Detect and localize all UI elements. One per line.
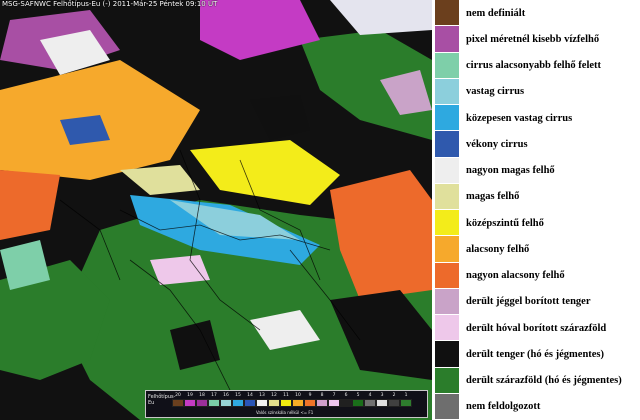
scale-number: 8 bbox=[320, 393, 324, 398]
scale-number: 2 bbox=[392, 393, 396, 398]
scale-number: 18 bbox=[199, 393, 205, 398]
legend-color-swatch bbox=[435, 393, 459, 420]
scale-color-swatch bbox=[268, 399, 280, 407]
legend-label: magas felhő bbox=[466, 191, 520, 203]
legend-item: derült hóval borított szárazföld bbox=[435, 315, 640, 342]
legend-color-swatch bbox=[435, 315, 459, 342]
color-scale-bar: Felhőtípus-Eu 20 19 18 17 16 15 14 13 12 11 10 9 8 7 6… bbox=[145, 390, 428, 418]
scale-number: 7 bbox=[332, 393, 336, 398]
legend-item: vastag cirrus bbox=[435, 78, 640, 105]
legend-color-swatch bbox=[435, 288, 459, 315]
legend-label: derült jéggel borított tenger bbox=[466, 296, 591, 308]
legend-label: derült szárazföld (hó és jégmentes) bbox=[466, 375, 622, 387]
legend-color-swatch bbox=[435, 78, 459, 105]
scale-color-swatch bbox=[232, 399, 244, 407]
scale-note: Valós színskála nélkül <= F1 bbox=[256, 410, 314, 415]
legend-color-swatch bbox=[435, 367, 459, 394]
scale-numbers: 20 19 18 17 16 15 14 13 12 11 10 9 8 7 6 5 4 3 2 1 bbox=[172, 392, 412, 399]
scale-color-swatch bbox=[352, 399, 364, 407]
scale-number: 20 bbox=[175, 393, 181, 398]
legend-item: derült jéggel borított tenger bbox=[435, 288, 640, 315]
legend-color-swatch bbox=[435, 262, 459, 289]
legend-item: nem definiált bbox=[435, 0, 640, 27]
legend-label: derült hóval borított szárazföld bbox=[466, 322, 607, 334]
legend-item: középszintű felhő bbox=[435, 210, 640, 237]
legend-label: pixel méretnél kisebb vízfelhő bbox=[466, 33, 600, 45]
legend-label: nem definiált bbox=[466, 7, 526, 19]
scale-color-swatch bbox=[304, 399, 316, 407]
scale-number: 15 bbox=[235, 393, 241, 398]
legend-color-swatch bbox=[435, 52, 459, 79]
scale-color-swatch bbox=[196, 399, 208, 407]
scale-number: 4 bbox=[368, 393, 372, 398]
scale-color-swatch bbox=[316, 399, 328, 407]
legend-item: nagyon alacsony felhő bbox=[435, 262, 640, 289]
legend-item: nem feldolgozott bbox=[435, 393, 640, 420]
scale-number: 16 bbox=[223, 393, 229, 398]
scale-number: 17 bbox=[211, 393, 217, 398]
legend-label: alacsony felhő bbox=[466, 243, 530, 255]
legend-label: nagyon alacsony felhő bbox=[466, 270, 565, 282]
legend-item: nagyon magas felhő bbox=[435, 157, 640, 184]
legend-label: közepesen vastag cirrus bbox=[466, 112, 573, 124]
scale-number: 9 bbox=[308, 393, 312, 398]
legend-item: pixel méretnél kisebb vízfelhő bbox=[435, 26, 640, 53]
cloud-type-map: MSG-SAFNWC Felhőtípus-Eu (-) 2011-Már-25… bbox=[0, 0, 432, 420]
scale-color-swatch bbox=[328, 399, 340, 407]
scale-color-swatch bbox=[376, 399, 388, 407]
legend-item: vékony cirrus bbox=[435, 131, 640, 158]
scale-color-swatch bbox=[340, 399, 352, 407]
legend-color-swatch bbox=[435, 157, 459, 184]
scale-color-swatch bbox=[256, 399, 268, 407]
legend-label: nagyon magas felhő bbox=[466, 165, 555, 177]
legend-item: derült tenger (hó és jégmentes) bbox=[435, 341, 640, 368]
scale-color-swatch bbox=[172, 399, 184, 407]
scale-swatches bbox=[172, 399, 412, 407]
legend-label: cirrus alacsonyabb felhő felett bbox=[466, 60, 602, 72]
legend-color-swatch bbox=[435, 131, 459, 158]
legend-color-swatch bbox=[435, 341, 459, 368]
legend-label: derült tenger (hó és jégmentes) bbox=[466, 348, 605, 360]
scale-color-swatch bbox=[208, 399, 220, 407]
legend-item: magas felhő bbox=[435, 183, 640, 210]
legend-item: alacsony felhő bbox=[435, 236, 640, 263]
satellite-map-image bbox=[0, 0, 432, 420]
legend-color-swatch bbox=[435, 236, 459, 263]
scale-number: 3 bbox=[380, 393, 384, 398]
scale-number: 13 bbox=[259, 393, 265, 398]
scale-color-swatch bbox=[244, 399, 256, 407]
scale-number: 11 bbox=[283, 393, 289, 398]
legend-color-swatch bbox=[435, 183, 459, 210]
scale-number: 5 bbox=[356, 393, 360, 398]
legend-item: közepesen vastag cirrus bbox=[435, 105, 640, 132]
legend-item: derült szárazföld (hó és jégmentes) bbox=[435, 367, 640, 394]
scale-number: 10 bbox=[295, 393, 301, 398]
map-header: MSG-SAFNWC Felhőtípus-Eu (-) 2011-Már-25… bbox=[2, 0, 218, 8]
legend-label: vastag cirrus bbox=[466, 86, 525, 98]
legend-color-swatch bbox=[435, 210, 459, 237]
scale-color-swatch bbox=[292, 399, 304, 407]
cloud-type-legend: nem definiált pixel méretnél kisebb vízfe… bbox=[435, 0, 640, 420]
scale-number: 19 bbox=[187, 393, 193, 398]
legend-color-swatch bbox=[435, 105, 459, 132]
legend-label: vékony cirrus bbox=[466, 138, 528, 150]
scale-title: Felhőtípus-Eu bbox=[148, 394, 176, 406]
legend-item: cirrus alacsonyabb felhő felett bbox=[435, 52, 640, 79]
legend-color-swatch bbox=[435, 26, 459, 53]
scale-number: 6 bbox=[344, 393, 348, 398]
scale-color-swatch bbox=[280, 399, 292, 407]
legend-color-swatch bbox=[435, 0, 459, 27]
scale-color-swatch bbox=[184, 399, 196, 407]
legend-label: középszintű felhő bbox=[466, 217, 544, 229]
legend-label: nem feldolgozott bbox=[466, 401, 541, 413]
scale-color-swatch bbox=[400, 399, 412, 407]
scale-color-swatch bbox=[364, 399, 376, 407]
scale-number: 1 bbox=[404, 393, 408, 398]
scale-number: 14 bbox=[247, 393, 253, 398]
scale-color-swatch bbox=[220, 399, 232, 407]
scale-number: 12 bbox=[271, 393, 277, 398]
scale-color-swatch bbox=[388, 399, 400, 407]
